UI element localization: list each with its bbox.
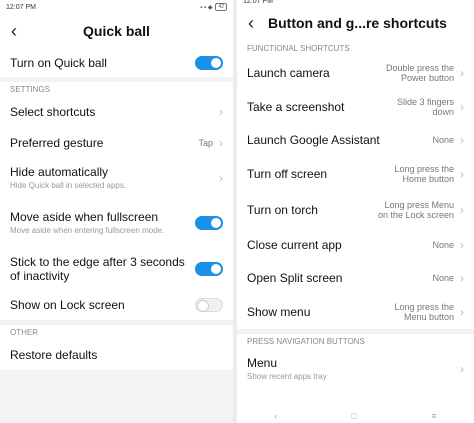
- shortcut-row[interactable]: Launch camera Double press the Power butt…: [237, 56, 474, 90]
- select-shortcuts-row[interactable]: Select shortcuts ›: [0, 97, 233, 127]
- quick-ball-screen: 12:07 PM ▪ ▪ ◆ 42 ‹ Quick ball Turn on Q…: [0, 0, 233, 423]
- show-on-lock-screen-toggle[interactable]: [195, 298, 223, 312]
- show-on-lock-screen-row[interactable]: Show on Lock screen: [0, 290, 233, 320]
- menu-description: Show recent apps tray: [247, 372, 327, 381]
- shortcut-label: Take a screenshot: [247, 100, 345, 114]
- shortcut-value: Long press the Home button: [394, 163, 454, 184]
- settings-header: SETTINGS: [10, 85, 51, 94]
- chevron-right-icon: ›: [460, 238, 464, 252]
- move-aside-row[interactable]: Move aside when fullscreen Move aside wh…: [0, 198, 233, 247]
- shortcut-value: None: [432, 273, 454, 283]
- back-arrow-icon[interactable]: ‹: [3, 22, 25, 40]
- shortcut-label: Close current app: [247, 238, 342, 252]
- chevron-right-icon: ›: [219, 171, 223, 185]
- shortcut-value: Double press the Power button: [385, 63, 454, 83]
- shortcut-label: Turn on torch: [247, 203, 318, 217]
- shortcut-row[interactable]: Show menu Long press the Menu button ›: [237, 295, 474, 329]
- chevron-right-icon: ›: [460, 271, 464, 285]
- battery-icon: 42: [215, 3, 227, 11]
- chevron-right-icon: ›: [460, 133, 464, 147]
- menu-label: Menu: [247, 356, 278, 370]
- shortcut-value: None: [432, 135, 454, 145]
- shortcut-label: Launch Google Assistant: [247, 133, 380, 147]
- turn-on-quick-ball-label: Turn on Quick ball: [10, 55, 107, 70]
- chevron-right-icon: ›: [460, 305, 464, 319]
- shortcut-value: Slide 3 fingers down: [396, 97, 454, 117]
- toggle-knob: [211, 217, 221, 228]
- chevron-right-icon: ›: [219, 105, 223, 119]
- chevron-right-icon: ›: [460, 362, 464, 376]
- menu-row[interactable]: Menu Show recent apps tray ›: [237, 349, 474, 389]
- system-nav-bar: ‹ □ ≡: [237, 409, 474, 423]
- shortcut-row[interactable]: Open Split screen None ›: [237, 261, 474, 295]
- shortcut-value: None: [432, 240, 454, 250]
- nav-back-icon[interactable]: ‹: [274, 411, 277, 421]
- shortcut-row[interactable]: Take a screenshot Slide 3 fingers down ›: [237, 90, 474, 124]
- chevron-right-icon: ›: [460, 203, 464, 217]
- toggle-knob: [197, 300, 209, 312]
- preferred-gesture-value: Tap: [198, 137, 213, 148]
- hide-automatically-row[interactable]: Hide automatically Hide Quick ball in se…: [0, 158, 233, 198]
- title-bar: ‹ Quick ball: [0, 14, 233, 48]
- back-arrow-icon[interactable]: ‹: [240, 14, 262, 32]
- toggle-knob: [211, 57, 221, 68]
- shortcut-row[interactable]: Close current app None ›: [237, 229, 474, 261]
- hide-automatically-label: Hide automatically: [10, 165, 109, 179]
- hide-automatically-description: Hide Quick ball in selected apps.: [10, 181, 127, 190]
- move-aside-toggle[interactable]: [195, 215, 223, 230]
- page-title: Quick ball: [83, 23, 150, 39]
- nav-recents-icon[interactable]: ≡: [431, 411, 436, 421]
- status-bar: 12:07 PM ▪ ▪ ◆ 42: [0, 0, 233, 14]
- shortcut-label: Open Split screen: [247, 271, 343, 285]
- status-time: 12:07 PM: [6, 3, 36, 11]
- shortcut-value: Long press Menu on the Lock screen: [377, 200, 454, 220]
- move-aside-description: Move aside when entering fullscreen mode…: [10, 225, 165, 235]
- navigation-buttons-header: PRESS NAVIGATION BUTTONS: [247, 337, 365, 346]
- shortcut-label: Launch camera: [247, 66, 330, 80]
- status-icons: ▪ ▪ ◆ 42: [200, 3, 227, 11]
- shortcut-value: Long press the Menu button: [394, 302, 454, 322]
- shortcut-row[interactable]: Launch Google Assistant None ›: [237, 124, 474, 156]
- functional-shortcuts-header: FUNCTIONAL SHORTCUTS: [247, 43, 350, 53]
- preferred-gesture-row[interactable]: Preferred gesture Tap ›: [0, 127, 233, 158]
- empty-area: [0, 370, 233, 423]
- toggle-knob: [211, 263, 221, 274]
- button-gesture-shortcuts-screen: 12:07 PM ‹ Button and g...re shortcuts F…: [237, 0, 474, 423]
- chevron-right-icon: ›: [460, 166, 464, 181]
- page-title: Button and g...re shortcuts: [268, 15, 447, 31]
- nav-home-icon[interactable]: □: [352, 411, 357, 421]
- chevron-right-icon: ›: [460, 66, 464, 80]
- stick-to-edge-row[interactable]: Stick to the edge after 3 seconds of ina…: [0, 247, 233, 290]
- signal-wifi-icon: ▪ ▪ ◆: [200, 4, 213, 11]
- move-aside-label: Move aside when fullscreen: [10, 209, 159, 224]
- shortcut-label: Show menu: [247, 305, 311, 319]
- show-on-lock-screen-label: Show on Lock screen: [10, 298, 125, 312]
- turn-on-quick-ball-row[interactable]: Turn on Quick ball: [0, 48, 233, 77]
- shortcut-label: Turn off screen: [247, 166, 328, 181]
- restore-defaults-label: Restore defaults: [10, 348, 98, 362]
- shortcut-list: Launch camera Double press the Power butt…: [237, 56, 474, 329]
- shortcut-row[interactable]: Turn on torch Long press Menu on the Lock…: [237, 191, 474, 229]
- preferred-gesture-label: Preferred gesture: [10, 135, 104, 150]
- chevron-right-icon: ›: [460, 100, 464, 114]
- select-shortcuts-label: Select shortcuts: [10, 105, 96, 119]
- chevron-right-icon: ›: [219, 135, 223, 150]
- status-time: 12:07 PM: [243, 0, 273, 5]
- stick-to-edge-toggle[interactable]: [195, 261, 223, 276]
- restore-defaults-row[interactable]: Restore defaults: [0, 340, 233, 370]
- stick-to-edge-label: Stick to the edge after 3 seconds of ina…: [10, 254, 185, 283]
- other-header: OTHER: [10, 328, 38, 337]
- shortcut-row[interactable]: Turn off screen Long press the Home butto…: [237, 156, 474, 191]
- turn-on-quick-ball-toggle[interactable]: [195, 55, 223, 70]
- title-bar: ‹ Button and g...re shortcuts: [237, 6, 474, 40]
